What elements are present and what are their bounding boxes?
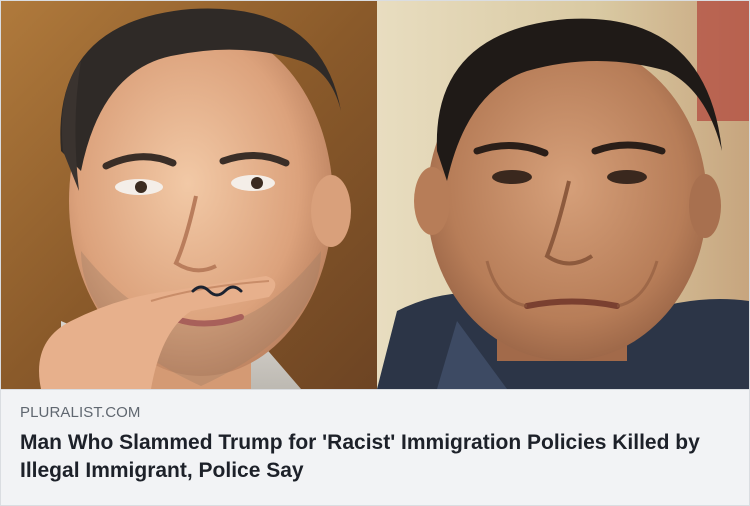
preview-image[interactable] (1, 1, 749, 389)
source-domain: PLURALIST.COM (20, 404, 141, 421)
photo-man-finger-mustache (1, 1, 377, 389)
photo-left-illustration (1, 1, 377, 389)
photo-right-illustration (377, 1, 749, 389)
link-preview-card[interactable]: PLURALIST.COM Man Who Slammed Trump for … (0, 0, 750, 506)
link-caption[interactable]: PLURALIST.COM Man Who Slammed Trump for … (1, 389, 749, 505)
photo-older-man (377, 1, 749, 389)
article-headline[interactable]: Man Who Slammed Trump for 'Racist' Immig… (20, 429, 720, 485)
